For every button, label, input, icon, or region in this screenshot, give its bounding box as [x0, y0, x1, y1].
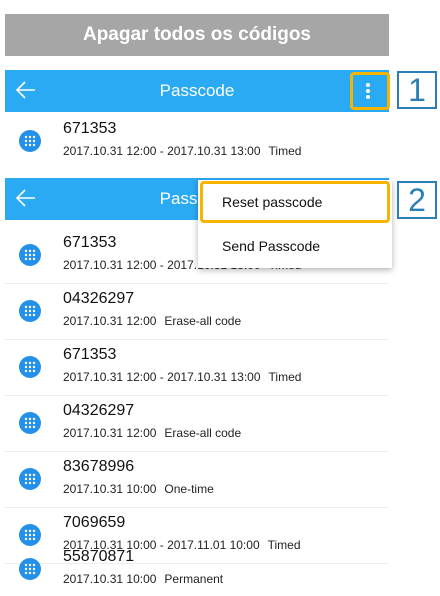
passcode-value: 04326297: [63, 402, 135, 419]
keypad-icon: [19, 130, 41, 152]
passcode-value: 55870871: [63, 548, 135, 565]
passcode-value: 671353: [63, 120, 117, 137]
passcode-meta: 2017.10.31 12:00 - 2017.10.31 13:00 Timed: [63, 144, 301, 156]
passcode-value: 671353: [63, 346, 117, 363]
passcode-meta: 2017.10.31 10:00 Permanent: [63, 572, 223, 586]
banner-title: Apagar todos os códigos: [5, 14, 389, 56]
passcode-value: 7069659: [63, 514, 126, 531]
passcode-meta: 2017.10.31 12:00 Erase-all code: [63, 426, 241, 440]
passcode-type: Timed: [268, 144, 302, 156]
more-button-highlight: [350, 72, 390, 110]
list-item[interactable]: 83678996 2017.10.31 10:00 One-time: [5, 452, 389, 506]
list-item[interactable]: 04326297 2017.10.31 12:00 Erase-all code: [5, 284, 389, 338]
list-item[interactable]: 55870871 2017.10.31 10:00 Permanent: [5, 542, 389, 596]
keypad-icon: [19, 468, 41, 490]
app-bar-title: Passcode: [159, 81, 235, 100]
screen: Apagar todos os códigos Passcode 1 67135…: [0, 0, 440, 596]
passcode-meta: 2017.10.31 12:00 Erase-all code: [63, 314, 241, 328]
keypad-icon: [19, 244, 41, 266]
menu-item-send-passcode[interactable]: Send Passcode: [198, 224, 392, 268]
passcode-date: 2017.10.31 12:00 - 2017.10.31 13:00: [63, 144, 261, 156]
passcode-type: Erase-all code: [164, 426, 242, 440]
passcode-date: 2017.10.31 12:00: [63, 314, 157, 328]
passcode-date: 2017.10.31 12:00 - 2017.10.31 13:00: [63, 370, 261, 384]
passcode-date: 2017.10.31 12:00: [63, 426, 157, 440]
passcode-type: Permanent: [164, 572, 224, 586]
passcode-type: Timed: [268, 370, 302, 384]
list-item[interactable]: 671353 2017.10.31 12:00 - 2017.10.31 13:…: [5, 114, 389, 168]
keypad-icon: [19, 356, 41, 378]
passcode-value: 671353: [63, 234, 117, 251]
callout-2: 2: [397, 181, 437, 219]
passcode-value: 04326297: [63, 290, 135, 307]
passcode-value: 83678996: [63, 458, 135, 475]
app-bar: Passcode: [5, 70, 389, 112]
passcode-meta: 2017.10.31 10:00 One-time: [63, 482, 214, 496]
reset-passcode-highlight: [200, 181, 390, 223]
keypad-icon: [19, 300, 41, 322]
passcode-type: One-time: [164, 482, 214, 496]
passcode-date: 2017.10.31 10:00: [63, 572, 157, 586]
passcode-meta: 2017.10.31 12:00 - 2017.10.31 13:00 Timed: [63, 370, 301, 384]
keypad-icon: [19, 412, 41, 434]
callout-1: 1: [397, 71, 437, 109]
passcode-type: Erase-all code: [164, 314, 242, 328]
keypad-icon: [19, 558, 41, 580]
list-item[interactable]: 04326297 2017.10.31 12:00 Erase-all code: [5, 396, 389, 450]
passcode-date: 2017.10.31 10:00: [63, 482, 157, 496]
list-item[interactable]: 671353 2017.10.31 12:00 - 2017.10.31 13:…: [5, 340, 389, 394]
